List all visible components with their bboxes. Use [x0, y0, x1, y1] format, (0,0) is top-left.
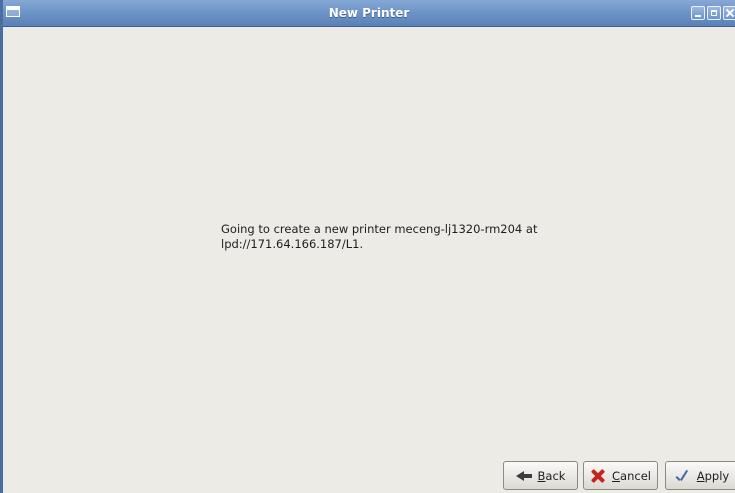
- cancel-x-icon: [590, 469, 606, 483]
- apply-button[interactable]: Apply: [665, 461, 735, 490]
- window-title: New Printer: [328, 6, 410, 20]
- apply-label: Apply: [696, 468, 730, 483]
- message-line-2: lpd://171.64.166.187/L1.: [221, 237, 364, 251]
- back-button[interactable]: Back: [503, 461, 578, 490]
- confirmation-message: Going to create a new printer meceng-lj1…: [221, 222, 581, 252]
- close-button[interactable]: [723, 6, 735, 20]
- dialog-buttons: Back Cancel Apply: [3, 461, 735, 491]
- title-bar[interactable]: New Printer: [3, 0, 735, 27]
- minimize-button[interactable]: [691, 6, 705, 20]
- new-printer-window: New Printer Going to create a new printe…: [0, 0, 735, 493]
- back-arrow-icon: [515, 469, 532, 483]
- cancel-label: Cancel: [612, 468, 651, 483]
- back-label: Back: [537, 468, 566, 483]
- cancel-button[interactable]: Cancel: [583, 461, 658, 490]
- message-line-1: Going to create a new printer meceng-lj1…: [221, 222, 538, 236]
- apply-check-icon: [675, 469, 691, 483]
- maximize-button[interactable]: [707, 6, 721, 20]
